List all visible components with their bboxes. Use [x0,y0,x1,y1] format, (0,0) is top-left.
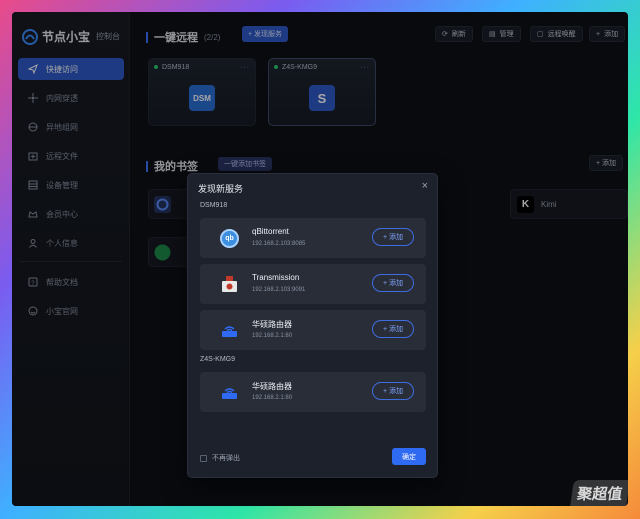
service-row-qbittorrent: qb qBittorrent 192.168.2.103:8085 + 添加 [200,218,426,258]
group-label-z4s: Z4S-KMG9 [200,356,236,363]
confirm-button[interactable]: 确定 [392,448,426,465]
add-service-button[interactable]: + 添加 [372,382,414,400]
add-service-button[interactable]: + 添加 [372,274,414,292]
watermark-logo: 聚超值 [570,480,628,506]
router-icon [220,321,239,340]
checkbox-label: 不再弹出 [212,455,240,462]
router-icon [220,383,239,402]
service-name: qBittorrent [252,227,289,236]
add-service-button[interactable]: + 添加 [372,320,414,338]
service-address: 192.168.2.1:80 [252,333,293,339]
service-address: 192.168.2.103:9091 [252,287,306,293]
qbittorrent-icon: qb [220,229,239,248]
service-name: Transmission [252,273,300,282]
group-label-dsm918: DSM918 [200,202,228,209]
checkbox-box[interactable] [200,454,207,462]
service-row-transmission: Transmission 192.168.2.103:9091 + 添加 [200,264,426,304]
service-name: 华硕路由器 [252,382,292,391]
dont-show-again-checkbox[interactable]: 不再弹出 [200,453,240,463]
dialog-title: 发现新服务 [198,184,244,194]
discover-services-dialog: 发现新服务 × DSM918 qb qBittorrent 192.168.2.… [187,173,438,478]
service-row-asus-router-z4s: 华硕路由器 192.168.2.1:80 + 添加 [200,372,426,412]
service-address: 192.168.2.103:8085 [252,241,306,247]
service-address: 192.168.2.1:80 [252,395,293,401]
service-row-asus-router: 华硕路由器 192.168.2.1:80 + 添加 [200,310,426,350]
close-icon[interactable]: × [422,180,428,192]
transmission-icon [220,275,239,294]
add-service-button[interactable]: + 添加 [372,228,414,246]
service-name: 华硕路由器 [252,320,292,329]
